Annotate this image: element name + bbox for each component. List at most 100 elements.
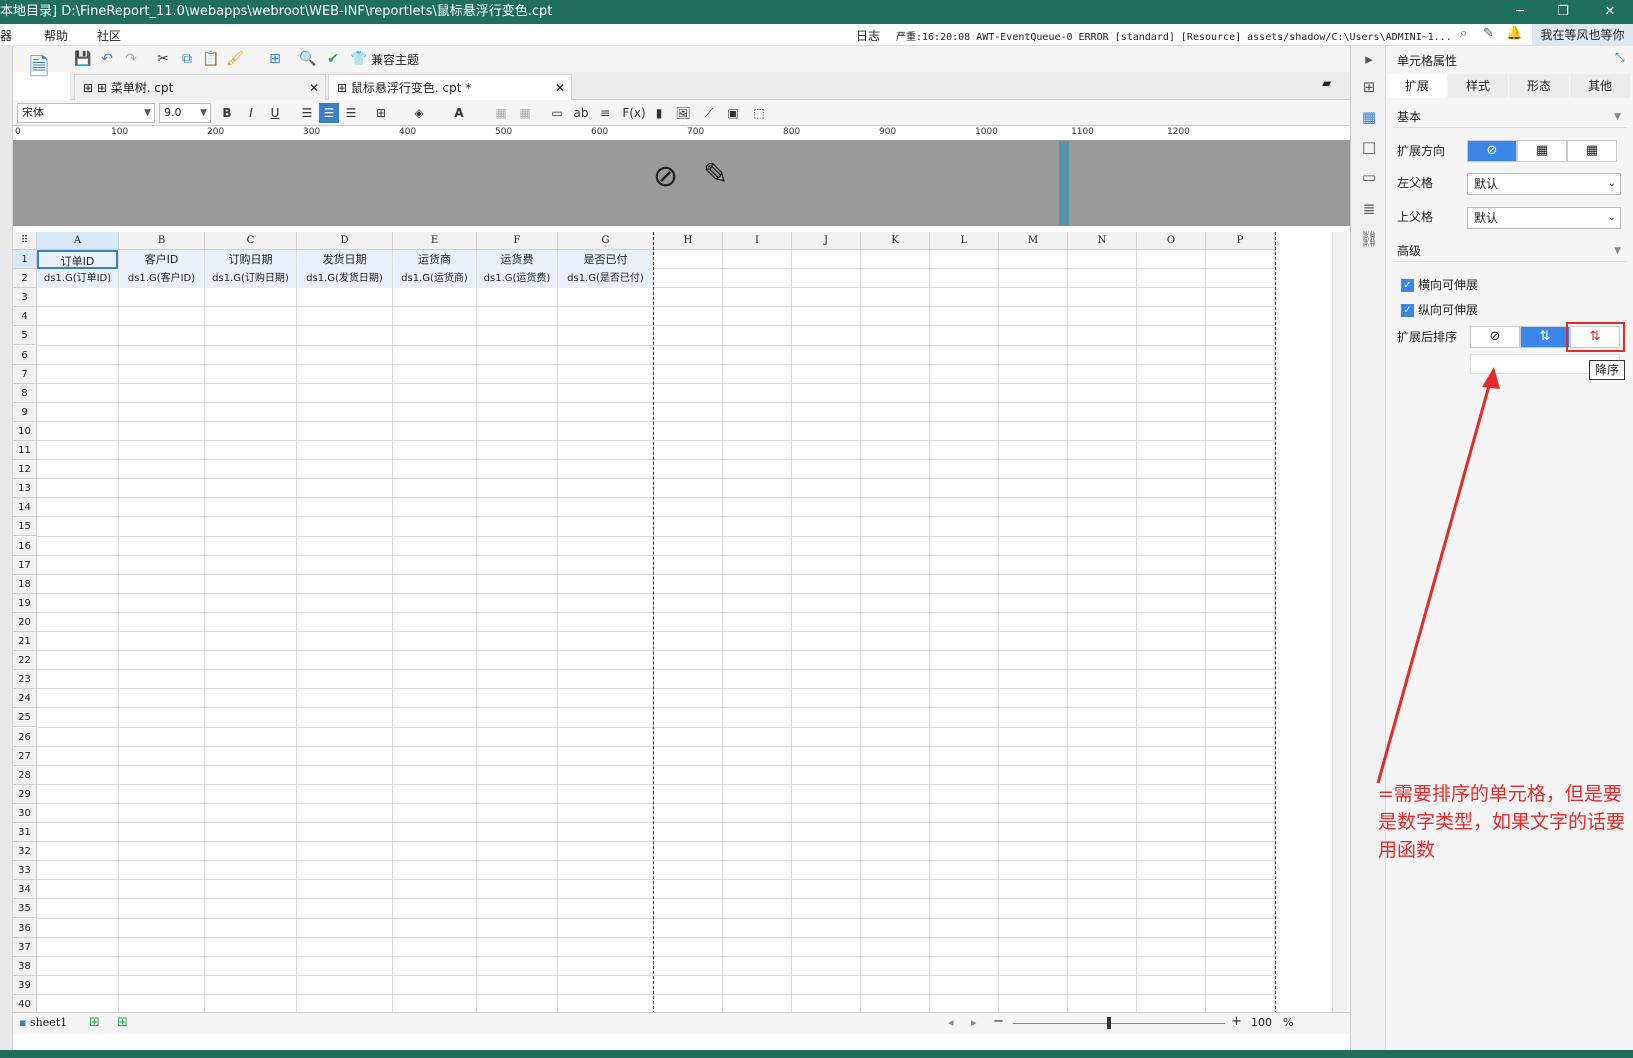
column-header[interactable]: H: [654, 232, 723, 250]
row-header[interactable]: 9: [13, 402, 37, 422]
pin-icon[interactable]: ⤡: [1615, 50, 1625, 65]
row-header[interactable]: 19: [13, 593, 37, 613]
table-cell[interactable]: ds1.G(运货费): [477, 269, 557, 289]
column-header[interactable]: D: [297, 232, 393, 250]
underline-button[interactable]: U: [265, 103, 285, 123]
row-header[interactable]: 36: [13, 918, 37, 938]
subreport-icon[interactable]: ▣: [723, 103, 743, 123]
chart-icon[interactable]: ▮: [649, 103, 669, 123]
row-header[interactable]: 35: [13, 899, 37, 919]
row-header[interactable]: 18: [13, 574, 37, 594]
template-icon[interactable]: ⊞: [265, 49, 285, 69]
close-button[interactable]: ✕: [1587, 0, 1633, 24]
richtext-icon[interactable]: ≡: [595, 103, 615, 123]
undo-icon[interactable]: ↶: [97, 49, 117, 69]
section-advanced[interactable]: 高级 ▼: [1393, 240, 1627, 262]
notes-icon[interactable]: ✎: [1483, 26, 1494, 41]
log-message[interactable]: 严重:16:20:08 AWT-EventQueue-0 ERROR [stan…: [896, 28, 1452, 43]
bold-button[interactable]: B: [217, 103, 237, 123]
cell-attribute-icon[interactable]: ▦: [1359, 108, 1379, 128]
left-collapse-strip[interactable]: [0, 46, 13, 1058]
menu-item-server[interactable]: 器: [0, 27, 12, 44]
column-header[interactable]: L: [930, 232, 999, 250]
close-tab-icon[interactable]: ✕: [555, 75, 565, 101]
column-header[interactable]: N: [1068, 232, 1137, 250]
tab-form[interactable]: 形态: [1509, 74, 1569, 98]
table-cell[interactable]: 订购日期: [205, 250, 296, 269]
sort-none-button[interactable]: ⊘: [1470, 326, 1520, 348]
search-icon[interactable]: ⌕: [1460, 26, 1467, 41]
hyperlink-icon[interactable]: ⛓: [1359, 230, 1379, 250]
unmerge-icon[interactable]: ▦: [515, 103, 535, 123]
section-basic[interactable]: 基本 ▼: [1393, 106, 1627, 128]
table-cell[interactable]: ds1.G(客户ID): [119, 269, 204, 289]
italic-button[interactable]: I: [241, 103, 261, 123]
column-header[interactable]: C: [205, 232, 297, 250]
sort-ascending-button[interactable]: ⇅: [1520, 326, 1570, 348]
row-header[interactable]: 6: [13, 345, 37, 365]
format-painter-icon[interactable]: 🖌: [225, 49, 245, 69]
table-cell[interactable]: ds1.G(订购日期): [205, 269, 296, 289]
row-header[interactable]: 8: [13, 383, 37, 403]
merge-icon[interactable]: ▦: [491, 103, 511, 123]
row-header[interactable]: 2: [13, 269, 37, 289]
row-header[interactable]: 39: [13, 975, 37, 995]
dock-icon[interactable]: ▰: [1322, 76, 1331, 90]
row-header[interactable]: 34: [13, 880, 37, 900]
float-element-icon[interactable]: □: [1359, 138, 1379, 158]
left-parent-select[interactable]: 默认 ⌄: [1467, 173, 1621, 195]
insert-row-icon[interactable]: ▭: [547, 103, 567, 123]
row-header[interactable]: 14: [13, 498, 37, 518]
row-header[interactable]: 37: [13, 937, 37, 957]
menu-item-help[interactable]: 帮助: [44, 27, 68, 44]
column-header[interactable]: B: [119, 232, 205, 250]
column-header[interactable]: J: [792, 232, 861, 250]
user-name[interactable]: 我在等风也等你: [1532, 24, 1633, 46]
column-header[interactable]: A: [37, 232, 119, 250]
formula-button[interactable]: F(x): [621, 103, 647, 123]
copy-icon[interactable]: ⧉: [177, 49, 197, 69]
table-cell[interactable]: 是否已付: [558, 250, 653, 269]
compatible-theme-button[interactable]: 兼容主题: [371, 51, 419, 68]
column-header[interactable]: G: [558, 232, 654, 250]
table-cell[interactable]: 发货日期: [297, 250, 392, 269]
close-tab-icon[interactable]: ✕: [309, 75, 319, 101]
row-header[interactable]: 25: [13, 708, 37, 728]
row-header[interactable]: 22: [13, 651, 37, 671]
theme-icon[interactable]: 👕: [349, 49, 369, 69]
align-right-icon[interactable]: ☰: [341, 103, 361, 123]
text-ab-button[interactable]: ab: [571, 103, 591, 123]
new-report-icon[interactable]: 🗎: [22, 50, 56, 92]
row-header[interactable]: 4: [13, 307, 37, 327]
row-header[interactable]: 21: [13, 632, 37, 651]
collapse-right-icon[interactable]: ▸: [1359, 50, 1379, 70]
add-poly-sheet-icon[interactable]: ⊞: [117, 1015, 128, 1030]
cell-border-icon[interactable]: ⬚: [749, 103, 769, 123]
column-header[interactable]: I: [723, 232, 792, 250]
row-header[interactable]: 31: [13, 823, 37, 842]
align-center-icon[interactable]: ☰: [319, 103, 339, 123]
row-header[interactable]: 17: [13, 555, 37, 575]
expand-vertical-button[interactable]: ▦: [1517, 140, 1567, 162]
row-header[interactable]: 11: [13, 441, 37, 460]
fill-color-icon[interactable]: ◈: [409, 103, 429, 123]
table-cell[interactable]: 客户ID: [119, 250, 204, 269]
zoom-slider-thumb[interactable]: [1107, 1017, 1111, 1029]
row-header[interactable]: 24: [13, 689, 37, 709]
table-cell[interactable]: ds1.G(运货商): [393, 269, 476, 289]
column-header[interactable]: F: [477, 232, 558, 250]
expand-none-button[interactable]: ⊘: [1467, 140, 1517, 162]
add-sheet-icon[interactable]: ⊞: [89, 1015, 100, 1030]
sheet-tab[interactable]: ▪ sheet1: [19, 1016, 67, 1029]
image-icon[interactable]: 🖼: [673, 103, 693, 123]
h-expand-checkbox[interactable]: ✓ 横向可伸展: [1401, 276, 1478, 293]
spreadsheet-grid[interactable]: A B C D E F G H I J K L M N O P ⠿ 1 2 3 4 5 6 7 8 9 10 11 12 13 14 15 16…: [13, 232, 1350, 1012]
row-header[interactable]: 33: [13, 861, 37, 881]
widget-icon[interactable]: ▭: [1359, 168, 1379, 188]
row-header[interactable]: 20: [13, 612, 37, 632]
table-cell[interactable]: ds1.G(是否已付): [558, 269, 653, 289]
border-icon[interactable]: ⊞: [371, 103, 391, 123]
collapse-icon[interactable]: ▼: [1614, 240, 1621, 262]
restore-button[interactable]: ❐: [1543, 0, 1583, 24]
check-icon[interactable]: ✔: [323, 49, 343, 69]
